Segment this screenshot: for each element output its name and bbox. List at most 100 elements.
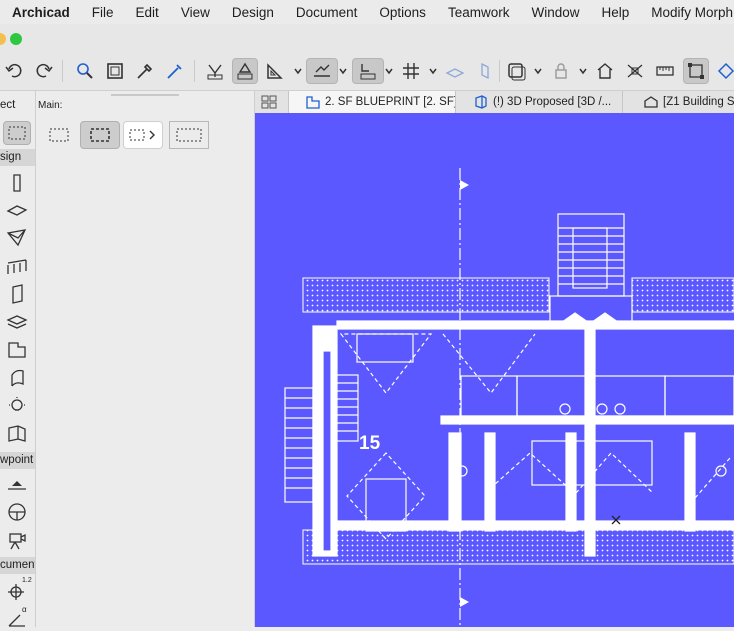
menu-app-name[interactable]: Archicad <box>0 5 80 20</box>
menu-teamwork[interactable]: Teamwork <box>436 5 520 20</box>
shell-tool[interactable] <box>3 366 31 390</box>
delta-xyz-icon <box>237 62 253 80</box>
floor-plan-canvas[interactable]: 15 <box>255 113 734 627</box>
xyz-relative-button[interactable] <box>232 58 258 84</box>
bold-dashed-rect-icon <box>90 128 110 142</box>
undo-button[interactable] <box>2 58 28 84</box>
slab-tool[interactable] <box>3 198 31 222</box>
chevron-down-icon[interactable] <box>579 66 587 76</box>
guide-lines-button[interactable] <box>262 58 288 84</box>
chevron-down-icon[interactable] <box>339 66 347 76</box>
menu-bar: Archicad File Edit View Design Document … <box>0 0 734 24</box>
angle-tool-note: α <box>22 605 27 614</box>
info-box-handle[interactable] <box>111 94 179 96</box>
selection-method-framed[interactable] <box>169 121 209 149</box>
inject-parameters-button[interactable] <box>162 58 188 84</box>
building-button[interactable] <box>592 58 618 84</box>
lock-button[interactable] <box>548 58 574 84</box>
camera-tool[interactable] <box>3 528 31 552</box>
pick-up-parameters-button[interactable] <box>132 58 158 84</box>
network-icon <box>627 64 643 78</box>
edit-selection-button[interactable] <box>683 58 709 84</box>
find-select-button[interactable] <box>72 58 98 84</box>
toolbox-panel: ect sign wpoint cument 1.2 α <box>0 91 36 627</box>
grid-icon <box>403 63 419 79</box>
square-shadow-icon <box>508 63 526 81</box>
railing-tool[interactable] <box>3 254 31 278</box>
layer-button[interactable] <box>442 58 468 84</box>
shape-button[interactable] <box>713 58 734 84</box>
menu-edit[interactable]: Edit <box>124 5 169 20</box>
main-label: Main: <box>38 100 63 111</box>
toolbox-viewpoint-group: wpoint <box>0 452 35 469</box>
toolbar-separator <box>62 60 63 82</box>
xyz-icon <box>207 64 223 80</box>
dashed-rect-framed-icon <box>176 128 202 142</box>
menu-options[interactable]: Options <box>367 5 436 20</box>
tab-grid-icon <box>261 95 276 109</box>
menu-document[interactable]: Document <box>284 5 368 20</box>
3d-icon <box>475 95 487 109</box>
plane-icon <box>481 62 489 80</box>
globe-section-icon <box>8 503 26 521</box>
column-icon <box>13 174 21 192</box>
toolbar-separator <box>194 60 195 82</box>
section-tool[interactable] <box>3 472 31 496</box>
dimension-tool-note: 1.2 <box>22 577 32 584</box>
menu-modify-morph[interactable]: Modify Morph <box>639 5 734 20</box>
snap-guides-button[interactable] <box>306 58 338 84</box>
frame-icon <box>107 63 123 79</box>
toolbox-design-group: sign <box>0 149 35 166</box>
syringe-icon <box>167 64 182 79</box>
ruler-button[interactable] <box>652 58 678 84</box>
chevron-down-icon[interactable] <box>294 66 302 76</box>
mesh-tool[interactable] <box>3 310 31 334</box>
door-tool[interactable] <box>3 282 31 306</box>
view-tab-bar: 2. SF BLUEPRINT [2. SF] (!) 3D Proposed … <box>255 91 734 114</box>
ruler-icon <box>656 66 674 76</box>
railing-icon <box>7 259 27 274</box>
curtain-wall-tool[interactable] <box>3 422 31 446</box>
selection-method-simple[interactable] <box>45 121 73 149</box>
menu-view[interactable]: View <box>169 5 220 20</box>
redo-button[interactable] <box>30 58 56 84</box>
house-icon <box>597 63 613 79</box>
window-title-bar <box>0 24 734 54</box>
door-icon <box>12 284 23 304</box>
view-mode-button[interactable] <box>503 58 529 84</box>
dashed-rect-chevron-icon <box>129 129 155 141</box>
network-button[interactable] <box>622 58 648 84</box>
plane-button[interactable] <box>472 58 498 84</box>
floor-plan-icon <box>306 96 320 109</box>
zone-tool[interactable] <box>3 338 31 362</box>
marquee-icon <box>8 126 26 140</box>
zoom-window-button[interactable] <box>10 33 22 45</box>
tab-floor-plan[interactable]: 2. SF BLUEPRINT [2. SF] <box>288 91 456 113</box>
tab-section[interactable]: [Z1 Building Se <box>624 91 734 113</box>
worksheet-tool[interactable] <box>3 500 31 524</box>
roof-tool[interactable] <box>3 226 31 250</box>
chevron-down-icon[interactable] <box>429 66 437 76</box>
xyz-coordinates-button[interactable] <box>202 58 228 84</box>
frame-button[interactable] <box>102 58 128 84</box>
tab-3d-view-label: (!) 3D Proposed [3D /... <box>493 96 612 108</box>
snap-points-button[interactable] <box>352 58 384 84</box>
find-select-icon <box>77 63 93 79</box>
menu-help[interactable]: Help <box>589 5 639 20</box>
grid-snap-button[interactable] <box>398 58 424 84</box>
chevron-down-icon[interactable] <box>385 66 393 76</box>
set-square-icon <box>267 63 283 79</box>
selection-method-expand[interactable] <box>123 121 163 149</box>
menu-file[interactable]: File <box>80 5 124 20</box>
marquee-tool[interactable] <box>3 121 31 145</box>
light-bulb-icon <box>9 397 25 411</box>
column-tool[interactable] <box>3 171 31 195</box>
snap-guide-icon <box>314 64 330 77</box>
menu-design[interactable]: Design <box>220 5 284 20</box>
menu-window[interactable]: Window <box>519 5 589 20</box>
selection-method-bold[interactable] <box>80 121 120 149</box>
chevron-down-icon[interactable] <box>534 66 542 76</box>
lamp-tool[interactable] <box>3 394 31 418</box>
tab-3d-view[interactable]: (!) 3D Proposed [3D /... <box>457 91 623 113</box>
tab-overview-button[interactable] <box>259 91 283 113</box>
